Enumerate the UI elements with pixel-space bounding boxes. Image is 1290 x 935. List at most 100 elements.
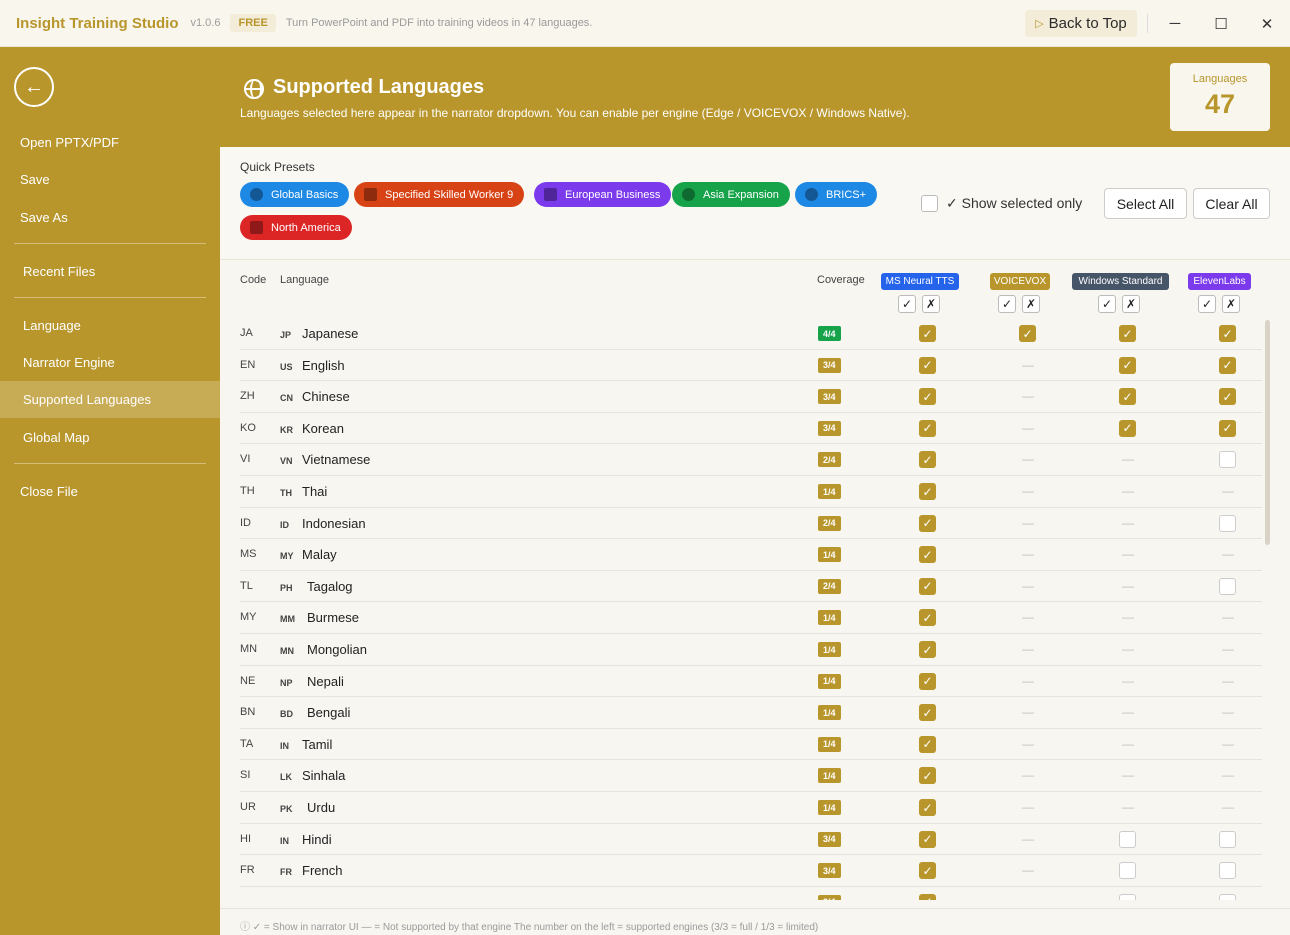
- ms-neural-check-all-button[interactable]: ✓: [898, 295, 916, 313]
- engine-checkbox-checked[interactable]: ✓: [1219, 356, 1236, 374]
- sidebar-item-close-file[interactable]: Close File: [0, 473, 220, 510]
- country-flag: FR: [280, 867, 292, 878]
- not-supported-dash: —: [1122, 736, 1134, 751]
- language-name: Vietnamese: [302, 452, 371, 468]
- engine-checkbox-unchecked[interactable]: [1119, 893, 1136, 900]
- engine-checkbox-checked[interactable]: ✓: [919, 577, 936, 595]
- engine-checkbox-checked[interactable]: ✓: [919, 641, 936, 658]
- engine-checkbox-checked[interactable]: ✓: [919, 862, 936, 880]
- show-selected-checkbox[interactable]: [921, 195, 938, 212]
- table-row: BN BD Bengali 1/4 ✓ — — —: [240, 697, 1262, 729]
- table-scrollbar[interactable]: [1265, 320, 1270, 545]
- language-name: Mongolian: [307, 642, 367, 657]
- engine-checkbox-checked[interactable]: ✓: [919, 483, 936, 500]
- engine-checkbox-unchecked[interactable]: [1119, 862, 1136, 880]
- table-row: ZH CN Chinese 3/4 ✓ — ✓ ✓: [240, 381, 1262, 413]
- play-icon: ▷: [1035, 18, 1044, 30]
- engine-checkbox-checked[interactable]: ✓: [919, 388, 936, 406]
- engine-checkbox-checked[interactable]: ✓: [919, 799, 936, 816]
- engine-checkbox-unchecked[interactable]: [1219, 577, 1236, 595]
- windows-uncheck-all-button[interactable]: ✗: [1122, 295, 1140, 313]
- country-flag: MY: [280, 551, 294, 562]
- preset-north-america[interactable]: North America: [240, 215, 352, 240]
- sidebar-divider: [14, 297, 206, 298]
- engine-checkbox-checked[interactable]: ✓: [919, 325, 936, 342]
- engine-checkbox-checked[interactable]: ✓: [919, 735, 936, 753]
- engine-checkbox-checked[interactable]: ✓: [919, 356, 936, 374]
- engine-checkbox-checked[interactable]: ✓: [919, 672, 936, 690]
- engine-checkbox-unchecked[interactable]: [1219, 893, 1236, 900]
- voicevox-uncheck-all-button[interactable]: ✗: [1022, 295, 1040, 313]
- country-flag: IN: [280, 835, 289, 846]
- sidebar-item-supported-languages[interactable]: Supported Languages: [0, 381, 220, 418]
- engine-checkbox-checked[interactable]: ✓: [919, 609, 936, 627]
- engine-checkbox-checked[interactable]: ✓: [919, 830, 936, 848]
- engine-checkbox-checked[interactable]: ✓: [1119, 356, 1136, 374]
- engine-checkbox-checked[interactable]: ✓: [919, 546, 936, 564]
- clear-all-button[interactable]: Clear All: [1193, 188, 1270, 219]
- sidebar-item-open[interactable]: Open PPTX/PDF: [0, 124, 220, 161]
- engine-checkbox-checked[interactable]: ✓: [919, 704, 936, 722]
- language-name: Korean: [302, 420, 344, 436]
- preset-global-basics[interactable]: Global Basics: [240, 182, 350, 207]
- windows-check-all-button[interactable]: ✓: [1098, 295, 1116, 313]
- ms-neural-uncheck-all-button[interactable]: ✗: [922, 295, 940, 313]
- not-supported-dash: —: [1022, 389, 1034, 404]
- preset-label: Specified Skilled Worker 9: [385, 188, 514, 201]
- sidebar: ← Open PPTX/PDF Save Save As Recent File…: [0, 47, 220, 935]
- language-code: KO: [240, 421, 256, 434]
- not-supported-dash: —: [1222, 736, 1234, 751]
- back-to-top-button[interactable]: ▷ Back to Top: [1025, 10, 1137, 37]
- page-header: Supported Languages Languages selected h…: [220, 47, 1290, 147]
- close-icon[interactable]: ✕: [1252, 10, 1282, 37]
- coverage-badge: 1/4: [818, 768, 841, 784]
- voicevox-check-all-button[interactable]: ✓: [998, 295, 1016, 313]
- engine-checkbox-checked[interactable]: ✓: [1119, 325, 1136, 342]
- table-row: UR PK Urdu 1/4 ✓ — — —: [240, 792, 1262, 824]
- engine-checkbox-unchecked[interactable]: [1119, 830, 1136, 848]
- not-supported-dash: —: [1022, 420, 1034, 435]
- sidebar-item-recent-files[interactable]: Recent Files: [0, 253, 220, 290]
- maximize-icon[interactable]: ☐: [1206, 10, 1236, 37]
- engine-checkbox-checked[interactable]: ✓: [1219, 388, 1236, 406]
- engine-checkbox-checked[interactable]: ✓: [919, 514, 936, 532]
- engine-checkbox-checked[interactable]: ✓: [919, 893, 936, 900]
- show-selected-only-toggle[interactable]: ✓ Show selected only: [921, 195, 1082, 212]
- eu-flag-icon: [544, 188, 557, 201]
- language-name: Sinhala: [302, 768, 346, 784]
- engine-checkbox-checked[interactable]: ✓: [919, 451, 936, 469]
- sidebar-item-save-as[interactable]: Save As: [0, 199, 220, 236]
- select-all-button[interactable]: Select All: [1104, 188, 1187, 219]
- engine-checkbox-checked[interactable]: ✓: [919, 767, 936, 785]
- elevenlabs-uncheck-all-button[interactable]: ✗: [1222, 295, 1240, 313]
- engine-checkbox-checked[interactable]: ✓: [1219, 325, 1236, 342]
- preset-asia-expansion[interactable]: Asia Expansion: [672, 182, 790, 207]
- engine-checkbox-unchecked[interactable]: [1219, 451, 1236, 469]
- sidebar-item-global-map[interactable]: Global Map: [0, 419, 220, 456]
- back-arrow-icon[interactable]: ←: [14, 67, 54, 107]
- sidebar-divider: [14, 463, 206, 464]
- sidebar-item-narrator-engine[interactable]: Narrator Engine: [0, 344, 220, 381]
- preset-brics[interactable]: BRICS+: [795, 182, 878, 207]
- not-supported-dash: —: [1122, 452, 1134, 467]
- preset-specified-skilled-worker[interactable]: Specified Skilled Worker 9: [354, 182, 525, 207]
- coverage-badge: 1/4: [818, 484, 841, 499]
- country-flag: PH: [280, 582, 293, 593]
- engine-checkbox-unchecked[interactable]: [1219, 830, 1236, 848]
- engine-checkbox-unchecked[interactable]: [1219, 862, 1236, 880]
- sidebar-item-language[interactable]: Language: [0, 307, 220, 344]
- engine-checkbox-unchecked[interactable]: [1219, 514, 1236, 532]
- minimize-icon[interactable]: ─: [1160, 10, 1190, 37]
- engine-checkbox-checked[interactable]: ✓: [1119, 388, 1136, 406]
- not-supported-dash: —: [1222, 768, 1234, 783]
- engine-checkbox-checked[interactable]: ✓: [1219, 419, 1236, 437]
- table-header: Code Language Coverage MS Neural TTS ✓ ✗…: [220, 262, 1290, 320]
- elevenlabs-check-all-button[interactable]: ✓: [1198, 295, 1216, 313]
- language-code: HI: [240, 832, 251, 845]
- sidebar-item-save[interactable]: Save: [0, 161, 220, 198]
- engine-checkbox-checked[interactable]: ✓: [919, 419, 936, 437]
- engine-checkbox-checked[interactable]: ✓: [1119, 419, 1136, 437]
- preset-european-business[interactable]: European Business: [534, 182, 672, 207]
- engine-checkbox-checked[interactable]: ✓: [1019, 325, 1036, 342]
- app-tagline: Turn PowerPoint and PDF into training vi…: [285, 17, 593, 29]
